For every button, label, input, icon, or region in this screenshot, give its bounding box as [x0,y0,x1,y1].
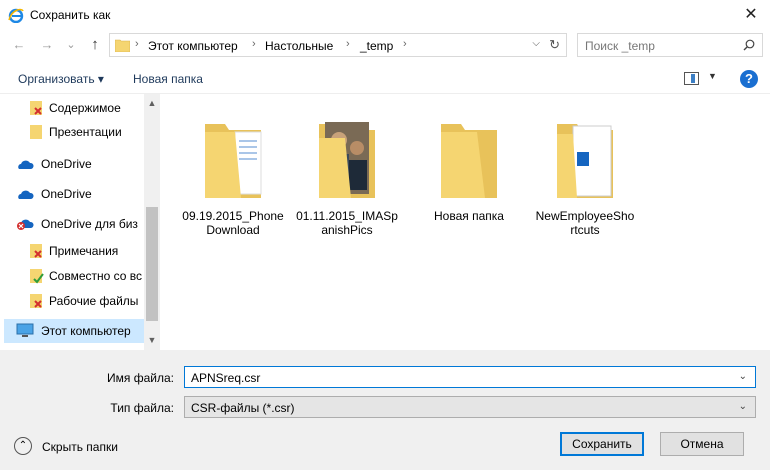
folder-error-icon [30,294,42,308]
address-bar[interactable]: › Этот компьютер › Настольные › _temp › … [109,33,567,57]
breadcrumb-this-pc[interactable]: Этот компьютер [148,39,238,53]
window-title: Сохранить как [30,8,111,22]
recent-locations-chevron-icon[interactable]: ⌄ [62,36,80,54]
help-icon[interactable]: ? [740,70,758,88]
address-dropdown-icon[interactable]: ⌵ [532,38,540,49]
breadcrumb-separator[interactable]: › [252,38,256,50]
refresh-icon[interactable]: ↻ [549,37,560,53]
breadcrumb-desktop[interactable]: Настольные [265,39,333,53]
file-name: 09.19.2015_Phone Download [182,209,284,237]
sidebar-item-content[interactable]: Содержимое [0,96,144,120]
file-name: Новая папка [434,209,504,223]
onedrive-icon [18,160,34,169]
sidebar-item-notes[interactable]: Примечания [0,239,144,263]
folder-icon [115,39,130,52]
sidebar-item-this-pc[interactable]: Этот компьютер [4,319,144,343]
cancel-button[interactable]: Отмена [660,432,744,456]
folder-item-employee-shortcuts[interactable]: NewEmployeeSho rtcuts [530,118,640,237]
folder-item-phone-download[interactable]: 09.19.2015_Phone Download [178,118,288,237]
hide-folders-label: Скрыть папки [42,440,118,454]
sidebar-item-work-files[interactable]: Рабочие файлы [0,289,144,313]
navigation-pane: Содержимое Презентации OneDrive OneDrive… [0,94,160,350]
scroll-down-icon[interactable]: ▼ [144,335,160,345]
sidebar-item-shared[interactable]: Совместно со вс [0,264,144,288]
title-bar: Сохранить как ✕ [0,0,770,30]
sidebar-item-onedrive[interactable]: OneDrive [0,152,144,176]
sidebar-item-presentations[interactable]: Презентации [0,120,144,144]
filetype-value: CSR-файлы (*.csr) [191,401,295,415]
onedrive-error-icon [17,219,34,230]
new-folder-button[interactable]: Новая папка [133,72,203,86]
search-box[interactable]: Поиск _temp [577,33,763,57]
filename-label: Имя файла: [107,371,174,385]
filename-field[interactable]: APNSreq.csr ⌄ [184,366,756,388]
organize-button[interactable]: Организовать ▾ [18,72,104,86]
folder-item-spanish-pics[interactable]: 01.11.2015_IMASp anishPics [292,118,402,237]
filetype-select[interactable]: CSR-файлы (*.csr) ⌄ [184,396,756,418]
close-icon[interactable]: ✕ [740,4,762,26]
onedrive-icon [18,190,34,199]
save-button[interactable]: Сохранить [560,432,644,456]
computer-icon [16,323,34,337]
folder-sync-icon [30,269,44,284]
back-arrow-icon[interactable]: ← [10,36,28,54]
forward-arrow-icon[interactable]: → [38,36,56,54]
up-arrow-icon[interactable]: ↑ [86,36,104,54]
scroll-up-icon[interactable]: ▲ [144,98,160,108]
chevron-up-icon: ⌃ [14,437,32,455]
breadcrumb-separator[interactable]: › [346,38,350,50]
sidebar-item-onedrive-2[interactable]: OneDrive [0,182,144,206]
breadcrumb-temp[interactable]: _temp [360,39,393,53]
scrollbar-thumb[interactable] [146,207,158,321]
sidebar-item-onedrive-business[interactable]: OneDrive для биз [0,212,144,236]
breadcrumb-separator[interactable]: › [403,38,407,50]
command-toolbar: Организовать ▾ Новая папка [0,64,770,94]
folder-error-icon [30,101,42,115]
folder-shortcut-icon [557,124,613,198]
view-options-icon[interactable] [684,72,699,85]
search-icon[interactable] [743,39,755,51]
internet-explorer-icon [8,8,24,23]
file-name: 01.11.2015_IMASp anishPics [296,209,398,237]
chevron-down-icon[interactable]: ⌄ [739,371,747,382]
search-placeholder: Поиск _temp [585,39,655,53]
file-name: NewEmployeeSho rtcuts [535,209,635,237]
folder-icon [30,125,42,139]
folder-error-icon [30,244,42,258]
folder-icon [441,124,497,198]
view-dropdown-icon[interactable]: ▼ [708,71,717,81]
folder-photo-icon [319,122,375,198]
filetype-label: Тип файла: [110,401,174,415]
filename-value[interactable]: APNSreq.csr [191,371,260,385]
folder-documents-icon [205,124,262,198]
folder-item-new-folder[interactable]: Новая папка [414,118,524,223]
breadcrumb-separator[interactable]: › [135,38,139,50]
chevron-down-icon[interactable]: ⌄ [739,401,747,412]
